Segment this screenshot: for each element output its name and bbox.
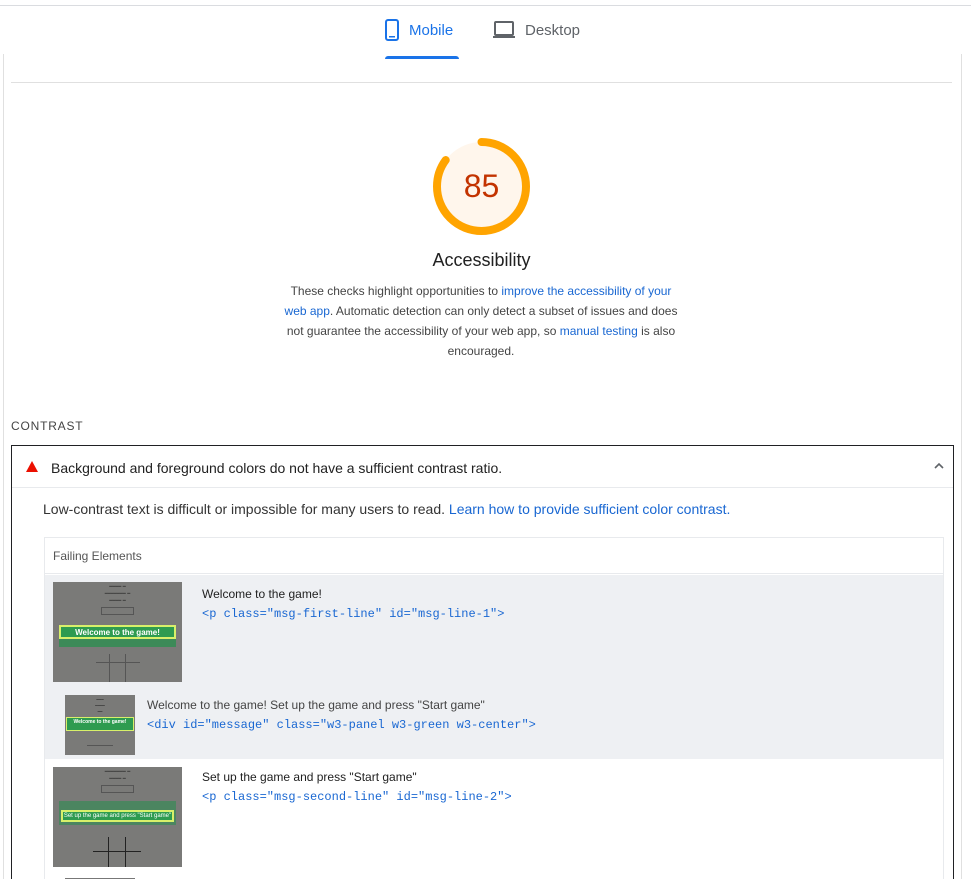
audit-desc-text: Low-contrast text is difficult or imposs… <box>43 501 449 517</box>
tab-desktop-label: Desktop <box>525 21 581 39</box>
report-frame-right <box>961 54 962 879</box>
node-snippet[interactable]: <div id="message" class="w3-panel w3-gre… <box>147 718 536 732</box>
header-divider <box>11 82 952 83</box>
failing-elements-table: Failing Elements ━━━━ ━ ━━━━━━━ ━ ━━━━ ━… <box>44 537 944 879</box>
report-frame-left <box>3 54 4 879</box>
table-header: Failing Elements <box>45 538 943 574</box>
smartphone-icon <box>385 19 399 41</box>
table-row[interactable]: ━━━━━━━ ━ ━━━━ ━ Set up the game and pre… <box>45 759 943 871</box>
table-header-label: Failing Elements <box>53 549 142 563</box>
fail-triangle-icon <box>26 461 38 472</box>
audit-color-contrast: Background and foreground colors do not … <box>11 445 954 879</box>
node-snippet[interactable]: <p class="msg-second-line" id="msg-line-… <box>202 790 512 804</box>
thumb-highlight-bar: Welcome to the game! <box>66 717 134 731</box>
audit-title: Background and foreground colors do not … <box>51 460 503 476</box>
manual-testing-link[interactable]: manual testing <box>560 324 638 338</box>
thumb-highlight-bar: Set up the game and press "Start game" <box>61 810 174 822</box>
node-snippet[interactable]: <p class="msg-first-line" id="msg-line-1… <box>202 607 504 621</box>
tab-mobile-label: Mobile <box>409 21 454 39</box>
category-desc-text-1: These checks highlight opportunities to <box>290 284 502 298</box>
table-row[interactable]: ━━━ ━━━━ ━━ Welcome to the game! Welcome… <box>45 687 943 759</box>
active-tab-indicator <box>385 56 459 59</box>
node-label: Set up the game and press "Start game" <box>202 770 417 784</box>
device-tabs: Mobile Desktop <box>0 6 971 59</box>
node-label: Welcome to the game! Set up the game and… <box>147 698 485 712</box>
tab-desktop[interactable]: Desktop <box>493 6 585 54</box>
thumb-highlight-bar: Welcome to the game! <box>59 625 176 639</box>
tab-mobile[interactable]: Mobile <box>385 6 459 54</box>
learn-contrast-link[interactable]: Learn how to provide sufficient color co… <box>449 501 730 517</box>
node-label: Welcome to the game! <box>202 587 322 601</box>
laptop-icon <box>493 21 515 39</box>
category-description: These checks highlight opportunities to … <box>280 281 682 361</box>
chevron-up-icon[interactable] <box>934 459 944 473</box>
element-screenshot: ━━━ ━━━━ ━━ Welcome to the game! <box>65 695 135 755</box>
group-title-contrast: CONTRAST <box>11 419 84 433</box>
element-screenshot: ━━━━ ━ ━━━━━━━ ━ ━━━━ ━ Welcome to the g… <box>53 582 182 682</box>
category-title: Accessibility <box>432 250 531 270</box>
table-row[interactable]: ━━━━ ━ ━━━━━━━ ━ ━━━━ ━ Welcome to the g… <box>45 575 943 687</box>
score-value: 85 <box>463 168 500 204</box>
audit-header[interactable]: Background and foreground colors do not … <box>12 446 953 488</box>
element-screenshot: ━━━━━━━ ━ ━━━━ ━ Set up the game and pre… <box>53 767 182 867</box>
audit-description: Low-contrast text is difficult or imposs… <box>43 501 730 517</box>
